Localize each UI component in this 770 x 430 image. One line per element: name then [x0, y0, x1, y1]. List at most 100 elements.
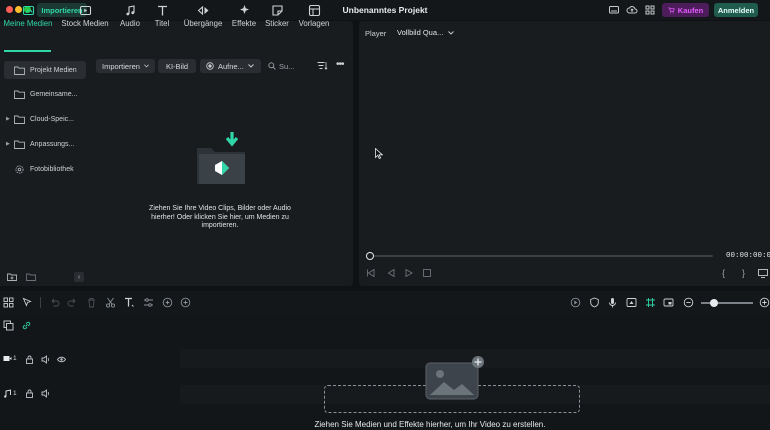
sidebar-item-label: Cloud-Speic... — [30, 115, 74, 123]
record-dropdown[interactable]: Aufne... — [200, 59, 261, 73]
tab-audio[interactable]: Audio — [116, 4, 144, 34]
tab-stickers[interactable]: Sticker — [262, 4, 292, 34]
display-settings-icon[interactable] — [758, 268, 768, 278]
filter-sort-icon[interactable] — [317, 61, 328, 71]
audio-track-number: 1 — [13, 390, 17, 397]
eye-icon[interactable] — [57, 355, 66, 364]
record-icon — [206, 62, 214, 70]
tab-label: Effekte — [231, 19, 257, 28]
mark-in-icon[interactable]: { — [722, 268, 732, 278]
picture-in-picture-icon[interactable] — [663, 297, 674, 308]
folder-media-icon — [22, 5, 34, 16]
audio-stretch-icon[interactable] — [180, 297, 191, 308]
sidebar-item-project-media[interactable]: Projekt Medien — [4, 61, 86, 79]
folder-icon — [14, 140, 25, 149]
previous-frame-icon[interactable] — [366, 268, 376, 278]
chevron-right-icon[interactable]: ▶ — [6, 116, 12, 122]
add-media-image-icon[interactable] — [424, 355, 486, 401]
delete-icon[interactable] — [86, 297, 97, 308]
tab-effects[interactable]: Effekte — [229, 4, 259, 34]
tab-templates[interactable]: Vorlagen — [296, 4, 332, 34]
more-options-icon[interactable]: ••• — [336, 60, 347, 71]
sticker-icon — [271, 5, 283, 16]
mark-out-icon[interactable]: } — [742, 268, 752, 278]
playback-scrubber[interactable] — [373, 255, 713, 257]
import-folder-icon[interactable] — [195, 130, 250, 188]
add-track-icon[interactable] — [3, 320, 14, 331]
transition-icon — [197, 5, 208, 16]
sparkle-icon — [239, 5, 249, 14]
stop-icon[interactable] — [422, 268, 432, 278]
zoom-slider-knob[interactable] — [710, 299, 718, 307]
tab-transitions[interactable]: Übergänge — [181, 4, 225, 34]
tab-label: Audio — [120, 19, 140, 28]
chevron-down-icon — [448, 30, 455, 35]
new-folder-icon[interactable] — [7, 272, 17, 282]
play-icon[interactable] — [404, 268, 414, 278]
shield-icon[interactable] — [589, 297, 600, 308]
record-label: Aufne... — [218, 61, 244, 71]
sidebar-item-label: Gemeinsame... — [30, 90, 78, 98]
adjust-sliders-icon[interactable] — [143, 297, 154, 308]
redo-icon[interactable] — [67, 297, 78, 308]
tab-label: Titel — [154, 19, 170, 28]
zoom-out-icon[interactable] — [683, 297, 694, 308]
tab-my-media[interactable]: Meine Medien — [2, 4, 54, 34]
buy-button[interactable]: Kaufen — [662, 3, 709, 17]
grid-icon[interactable] — [644, 4, 656, 16]
ai-tools-icon[interactable] — [162, 297, 173, 308]
timecode: 00:00:00:00 — [726, 252, 770, 260]
ai-image-label: KI-Bild — [165, 61, 189, 71]
search-placeholder: Su... — [279, 61, 295, 71]
stock-media-icon — [79, 5, 91, 16]
sidebar-item-cloud[interactable]: ▶ Cloud-Speic... — [4, 110, 86, 128]
tab-titles[interactable]: Titel — [150, 4, 174, 34]
sidebar-item-adjustments[interactable]: ▶ Anpassungs... — [4, 135, 86, 153]
sidebar-item-photo-library[interactable]: Fotobibliothek — [4, 160, 86, 178]
sidebar-item-label: Fotobibliothek — [30, 165, 74, 173]
select-pointer-icon[interactable] — [22, 297, 33, 308]
lock-icon[interactable] — [25, 355, 34, 364]
cart-icon — [668, 6, 675, 13]
link-icon[interactable] — [21, 320, 32, 331]
lock-icon[interactable] — [25, 389, 34, 398]
sidebar-item-shared[interactable]: Gemeinsame... — [4, 85, 86, 103]
voiceover-icon[interactable] — [626, 297, 637, 308]
ai-image-button[interactable]: KI-Bild — [158, 59, 196, 73]
text-tool-icon[interactable] — [124, 297, 135, 308]
cloud-upload-icon[interactable] — [626, 4, 638, 16]
login-button[interactable]: Anmelden — [714, 3, 758, 17]
microphone-icon[interactable] — [607, 297, 618, 308]
sidebar-item-label: Anpassungs... — [30, 140, 75, 148]
quality-value: Vollbild Qua... — [397, 28, 444, 37]
video-track-icon — [3, 356, 12, 361]
active-tab-indicator — [4, 50, 51, 52]
speaker-icon[interactable] — [41, 389, 50, 398]
template-icon — [308, 4, 320, 17]
media-import-dropdown[interactable]: Importieren — [96, 59, 155, 73]
player-label: Player — [365, 29, 387, 38]
chevron-right-icon[interactable]: ▶ — [6, 141, 12, 147]
audio-track-icon — [4, 389, 11, 398]
speaker-icon[interactable] — [41, 355, 50, 364]
playhead-knob[interactable] — [366, 252, 374, 260]
zoom-slider-track[interactable] — [701, 302, 753, 304]
monitor-icon[interactable] — [608, 4, 620, 16]
layout-grid-icon[interactable] — [3, 297, 14, 308]
snap-magnet-icon[interactable] — [645, 297, 656, 308]
tab-label: Stock Medien — [61, 19, 109, 28]
tab-stock-media[interactable]: Stock Medien — [59, 4, 111, 34]
media-search-input[interactable]: Su... — [268, 59, 306, 73]
zoom-in-icon[interactable] — [759, 297, 770, 308]
playback-quality-select[interactable]: Vollbild Qua... — [397, 28, 455, 37]
play-backward-icon[interactable] — [385, 268, 395, 278]
collapse-sidebar-button[interactable]: ‹ — [74, 272, 84, 282]
render-preview-icon[interactable] — [570, 297, 581, 308]
music-note-icon — [125, 5, 135, 16]
scissors-icon[interactable] — [105, 297, 116, 308]
media-drop-hint[interactable]: Ziehen Sie Ihre Video Clips, Bilder oder… — [145, 205, 295, 231]
timeline-drop-hint: Ziehen Sie Medien und Effekte hierher, u… — [314, 420, 546, 429]
undo-icon[interactable] — [49, 297, 60, 308]
sidebar-item-label: Projekt Medien — [30, 66, 77, 74]
folder-outline-icon[interactable] — [26, 272, 36, 282]
